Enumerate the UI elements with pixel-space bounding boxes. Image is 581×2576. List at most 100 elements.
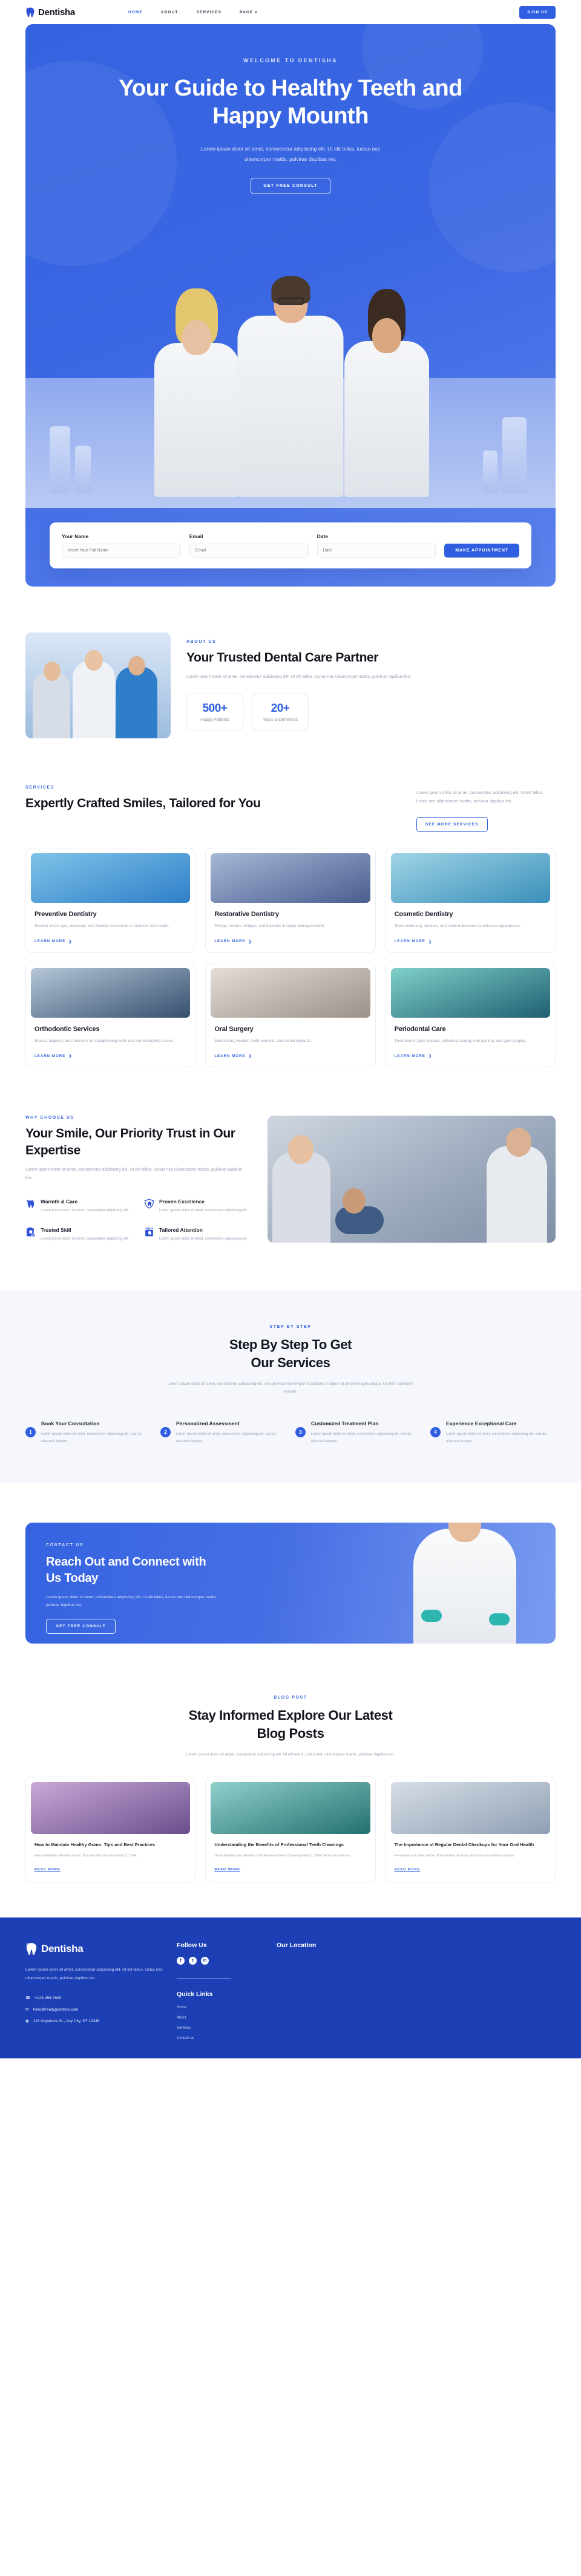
date-input[interactable] bbox=[317, 544, 436, 558]
service-title: Restorative Dentistry bbox=[214, 911, 279, 918]
service-card[interactable]: Restorative Dentistry Fillings, crowns, … bbox=[205, 848, 376, 953]
name-input[interactable] bbox=[62, 544, 181, 558]
email-input[interactable] bbox=[189, 544, 309, 558]
hero-consult-button[interactable]: GET FREE CONSULT bbox=[251, 177, 330, 194]
make-appointment-button[interactable]: MAKE APPOINTMENT bbox=[444, 544, 519, 558]
footer-follow-column: Follow Us f t in Quick Links Home About … bbox=[177, 1942, 277, 2040]
footer-link-home[interactable]: Home bbox=[177, 2006, 277, 2009]
services-title: Expertly Crafted Smiles, Tailored for Yo… bbox=[25, 796, 261, 810]
learn-more-link[interactable]: LEARN MORE ❯ bbox=[34, 1054, 186, 1059]
feature-title: Tailored Attention bbox=[159, 1226, 203, 1233]
service-image bbox=[31, 853, 191, 903]
hero-content: WELCOME TO DENTISHA Your Guide to Health… bbox=[25, 24, 556, 194]
feature-item: Proven Excellence Lorem ipsum dolor sit … bbox=[144, 1199, 249, 1215]
blog-card[interactable]: The Importance of Regular Dental Checkup… bbox=[385, 1776, 556, 1883]
footer-location-column: Our Location bbox=[277, 1942, 316, 2040]
service-image bbox=[211, 968, 370, 1018]
footer-brand-column: Dentisha Lorem ipsum dolor sit amet, con… bbox=[25, 1942, 177, 2040]
read-more-link[interactable]: READ MORE bbox=[395, 1868, 421, 1872]
feature-item: Tailored Attention Lorem ipsum dolor sit… bbox=[144, 1227, 249, 1243]
blog-post-meta: Preventive oral what will be. Preventati… bbox=[394, 1854, 515, 1858]
facebook-icon[interactable]: f bbox=[177, 1957, 185, 1965]
learn-more-link[interactable]: LEARN MORE ❯ bbox=[395, 1054, 547, 1059]
cta-paragraph: Lorem ipsum dolor sit amet, consectetur … bbox=[46, 1595, 218, 1608]
footer-link-services[interactable]: Services bbox=[177, 2026, 277, 2030]
appointment-field-email: Email bbox=[189, 533, 309, 558]
appointment-field-date: Date bbox=[317, 533, 436, 558]
service-card[interactable]: Cosmetic Dentistry Teeth whitening, vene… bbox=[385, 848, 556, 953]
read-more-link[interactable]: READ MORE bbox=[214, 1868, 240, 1872]
blog-title: Stay Informed Explore Our Latest Blog Po… bbox=[188, 1708, 393, 1742]
services-paragraph: Lorem ipsum dolor sit amet, consectetur … bbox=[416, 791, 544, 804]
nav-item-services[interactable]: SERVICES bbox=[196, 10, 222, 15]
nav-item-page[interactable]: PAGE ▾ bbox=[240, 10, 257, 15]
service-card[interactable]: Orthodontic Services Braces, aligners, a… bbox=[25, 962, 196, 1068]
about-image bbox=[25, 633, 171, 738]
service-title: Periodontal Care bbox=[394, 1025, 446, 1033]
footer-about-text: Lorem ipsum dolor sit amet, consectetur … bbox=[25, 1968, 163, 1980]
read-more-link[interactable]: READ MORE bbox=[34, 1868, 61, 1872]
step-desc: Lorem ipsum dolor sit amet, consectetur … bbox=[446, 1433, 547, 1443]
footer-link-contact[interactable]: Contact us bbox=[177, 2037, 277, 2040]
feature-desc: Lorem ipsum dolor sit amet, consectetur … bbox=[159, 1208, 248, 1212]
service-card[interactable]: Preventive Dentistry Routine check-ups, … bbox=[25, 848, 196, 953]
nav-item-about[interactable]: ABOUT bbox=[161, 10, 179, 15]
phone-icon: ☎ bbox=[25, 1996, 31, 2001]
footer-contacts: ☎ +123-456-7890 ✉ hello@reallygreatsite.… bbox=[25, 1995, 177, 2024]
service-image bbox=[390, 853, 550, 903]
footer-quick-links: Home About Services Contact us bbox=[177, 2006, 277, 2040]
twitter-icon[interactable]: t bbox=[189, 1957, 197, 1965]
footer-contact-address[interactable]: ◉ 123 Anywhere St., Any City, ST 12345 bbox=[25, 2018, 177, 2024]
feature-item: Trusted Skill Lorem ipsum dolor sit amet… bbox=[25, 1227, 131, 1243]
footer-divider bbox=[177, 1978, 231, 1979]
footer-contact-phone[interactable]: ☎ +123-456-7890 bbox=[25, 1995, 177, 2001]
blog-card[interactable]: How to Maintain Healthy Gums: Tips and B… bbox=[25, 1776, 196, 1883]
see-more-services-button[interactable]: SEE MORE SERVICES bbox=[416, 817, 488, 832]
chevron-right-icon: ❯ bbox=[428, 940, 433, 944]
chevron-down-icon: ▾ bbox=[255, 10, 258, 15]
stat-label: Happy Patients bbox=[200, 718, 229, 723]
sparkle-tooth-icon bbox=[25, 1199, 36, 1209]
service-card[interactable]: Oral Surgery Extractions, wisdom teeth r… bbox=[205, 962, 376, 1068]
dentist-photo bbox=[410, 1523, 519, 1644]
name-label: Your Name bbox=[62, 533, 89, 539]
steps-grid: 1 Book Your Consultation Lorem ipsum dol… bbox=[25, 1420, 556, 1446]
service-desc: Braces, aligners, and retainers for stra… bbox=[34, 1038, 174, 1043]
service-desc: Teeth whitening, veneers, and smile make… bbox=[394, 924, 521, 928]
signup-button[interactable]: SIGN UP bbox=[519, 5, 556, 19]
footer-follow-title: Follow Us bbox=[177, 1942, 207, 1950]
learn-more-link[interactable]: LEARN MORE ❯ bbox=[34, 940, 186, 944]
blog-card[interactable]: Understanding the Benefits of Profession… bbox=[205, 1776, 376, 1883]
learn-more-link[interactable]: LEARN MORE ❯ bbox=[395, 940, 547, 944]
chevron-right-icon: ❯ bbox=[248, 1055, 252, 1059]
learn-more-link[interactable]: LEARN MORE ❯ bbox=[214, 1054, 366, 1059]
about-section: ABOUT US Your Trusted Dental Care Partne… bbox=[0, 587, 581, 738]
footer-contact-email[interactable]: ✉ hello@reallygreatsite.com bbox=[25, 2007, 177, 2012]
contact-cta-wrapper: CONTACT US Reach Out and Connect with Us… bbox=[0, 1483, 581, 1644]
chevron-right-icon: ❯ bbox=[68, 1055, 73, 1059]
step-desc: Lorem ipsum dolor sit amet, consectetur … bbox=[176, 1433, 277, 1443]
email-label: Email bbox=[189, 533, 203, 539]
cta-consult-button[interactable]: GET FREE CONSULT bbox=[46, 1619, 116, 1634]
footer-logo[interactable]: Dentisha bbox=[25, 1942, 177, 1956]
tooth-icon bbox=[25, 1942, 38, 1956]
learn-more-link[interactable]: LEARN MORE ❯ bbox=[214, 940, 366, 944]
linkedin-icon[interactable]: in bbox=[201, 1957, 209, 1965]
stat-label: Years Experiences bbox=[262, 718, 298, 723]
nav-item-home[interactable]: HOME bbox=[128, 10, 143, 15]
services-header: SERVICES Expertly Crafted Smiles, Tailor… bbox=[25, 785, 556, 832]
why-paragraph: Lorem ipsum dolor sit amet, consectetur … bbox=[25, 1167, 242, 1180]
feature-desc: Lorem ipsum dolor sit amet, consectetur … bbox=[159, 1237, 248, 1241]
brand-logo[interactable]: Dentisha bbox=[25, 7, 75, 18]
social-links: f t in bbox=[177, 1957, 277, 1965]
service-card[interactable]: Periodontal Care Treatment of gum diseas… bbox=[385, 962, 556, 1068]
shield-tooth-icon bbox=[144, 1199, 154, 1209]
site-header: Dentisha HOME ABOUT SERVICES PAGE ▾ SIGN … bbox=[0, 0, 581, 24]
stat-happy-patients: 500+ Happy Patients bbox=[186, 694, 243, 731]
step-item: 3 Customized Treatment Plan Lorem ipsum … bbox=[295, 1420, 421, 1446]
footer-link-about[interactable]: About bbox=[177, 2016, 277, 2020]
steps-section: STEP BY STEP Step By Step To Get Our Ser… bbox=[0, 1290, 581, 1483]
step-number: 1 bbox=[25, 1426, 36, 1437]
steps-title: Step By Step To Get Our Services bbox=[229, 1337, 352, 1371]
blog-section: BLOG POST Stay Informed Explore Our Late… bbox=[0, 1644, 581, 1883]
